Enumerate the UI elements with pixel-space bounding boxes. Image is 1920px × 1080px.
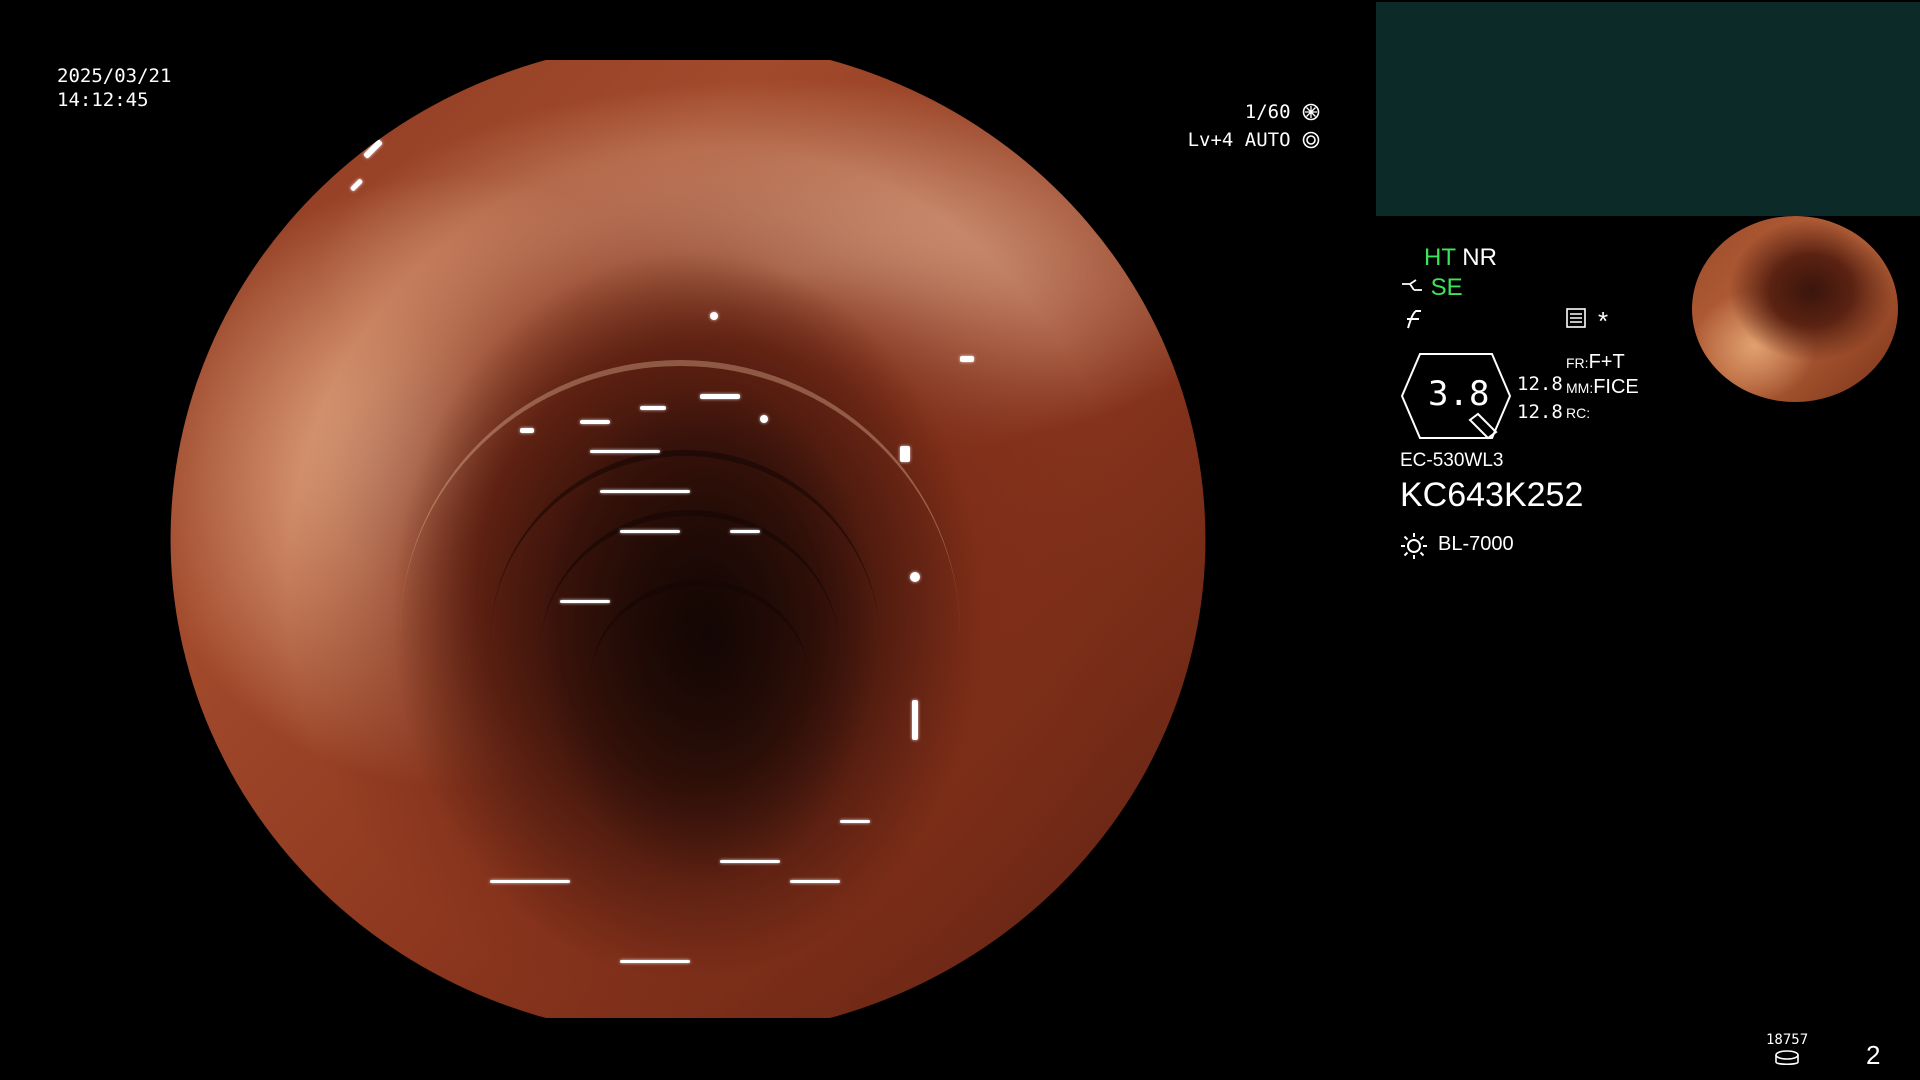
se-indicator: SE: [1430, 274, 1463, 301]
fr-label: FR:: [1566, 355, 1589, 371]
iris-auto-icon: [1302, 131, 1320, 149]
scope-model: EC-530WL3: [1400, 450, 1504, 471]
status-row-se: SE: [1400, 273, 1463, 303]
status-row-ht-nr: HT NR: [1424, 243, 1497, 273]
enhancement-values: 12.8 12.8: [1517, 370, 1563, 426]
rc-label: RC:: [1566, 405, 1591, 421]
iris-mode-text: Lv+4 AUTO: [1187, 129, 1291, 151]
disk-icon: [1774, 1050, 1800, 1073]
light-source-model: BL-7000: [1438, 533, 1514, 555]
enhancement-value-1: 12.8: [1517, 373, 1563, 395]
enhancement-value-2: 12.8: [1517, 401, 1563, 423]
fr-value: F+T: [1588, 351, 1625, 373]
scope-tip-icon: [1402, 279, 1422, 291]
asterisk-icon: *: [1598, 306, 1609, 336]
light-icon: [1400, 532, 1428, 565]
capture-thumbnail[interactable]: [1692, 216, 1898, 402]
page-number: 2: [1866, 1040, 1881, 1070]
ht-indicator: HT: [1424, 244, 1456, 271]
aperture-icon: [1302, 103, 1320, 121]
memo-icon: [1566, 308, 1586, 333]
enhancement-labels: FR:F+T MM:FICE RC:: [1566, 350, 1639, 425]
mm-label: MM:: [1566, 380, 1594, 396]
enhancement-level: 3.8: [1428, 374, 1490, 414]
scope-serial: KC643K252: [1400, 476, 1584, 514]
capture-counter: 18757: [1766, 1032, 1809, 1048]
shutter-speed-text: 1/60: [1244, 101, 1291, 123]
time-text: 14:12:45: [57, 89, 149, 111]
sub-screen-panel: [1376, 2, 1920, 216]
exposure-overlay: 1/60 Lv+4 AUTO: [1150, 98, 1320, 154]
function-icon: [1404, 308, 1424, 335]
mm-value: FICE: [1593, 376, 1639, 398]
date-text: 2025/03/21: [57, 65, 172, 87]
datetime-overlay: 2025/03/21 14:12:45: [57, 64, 171, 112]
endoscope-main-view: [170, 60, 1206, 1018]
nr-indicator: NR: [1462, 244, 1497, 271]
